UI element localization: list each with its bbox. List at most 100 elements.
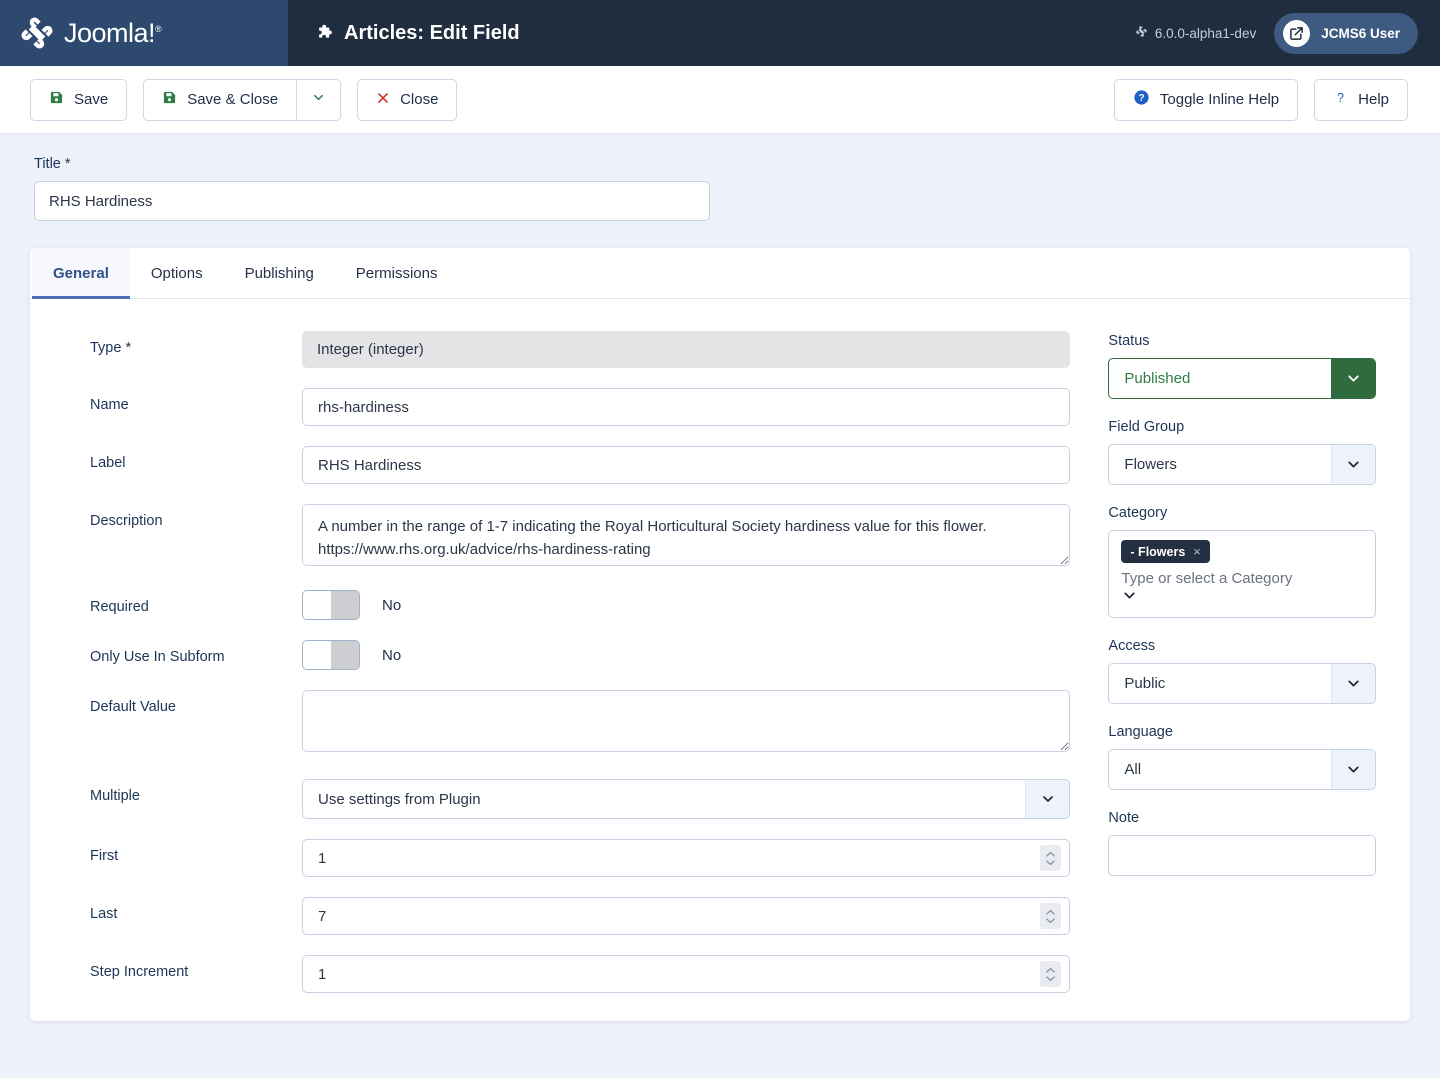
field-row-label: Label bbox=[60, 446, 1070, 484]
status-select[interactable]: Published bbox=[1108, 358, 1376, 399]
multiple-select-value: Use settings from Plugin bbox=[302, 779, 1070, 819]
only-use-in-subform-state: No bbox=[382, 647, 401, 664]
toggle-knob bbox=[303, 641, 331, 669]
save-button-label: Save bbox=[74, 91, 108, 108]
general-fields-column: Type * Integer (integer) Name Label bbox=[60, 331, 1070, 993]
version-badge: 6.0.0-alpha1-dev bbox=[1135, 25, 1256, 41]
category-select[interactable]: - Flowers × Type or select a Category bbox=[1108, 530, 1376, 618]
language-select[interactable]: All bbox=[1108, 749, 1376, 790]
field-group-label: Field Group bbox=[1108, 419, 1376, 435]
first-input[interactable] bbox=[302, 839, 1070, 877]
edit-field-card: General Options Publishing Permissions T… bbox=[30, 248, 1410, 1021]
step-increment-input[interactable] bbox=[302, 955, 1070, 993]
name-label: Name bbox=[60, 388, 302, 413]
label-label: Label bbox=[60, 446, 302, 471]
help-button[interactable]: ? Help bbox=[1314, 79, 1408, 121]
title-input[interactable] bbox=[34, 181, 710, 221]
sidebar-field-note: Note bbox=[1108, 810, 1376, 876]
language-value: All bbox=[1124, 761, 1141, 778]
chevron-down-icon[interactable] bbox=[1025, 780, 1069, 818]
joomla-logo-link[interactable]: Joomla!® bbox=[18, 14, 161, 52]
last-stepper[interactable] bbox=[1040, 903, 1061, 929]
chevron-down-icon[interactable] bbox=[1331, 445, 1375, 484]
close-icon bbox=[376, 91, 390, 109]
remove-icon[interactable]: × bbox=[1193, 544, 1201, 559]
step-increment-label: Step Increment bbox=[60, 955, 302, 980]
status-label: Status bbox=[1108, 333, 1376, 349]
multiple-select[interactable]: Use settings from Plugin bbox=[302, 779, 1070, 819]
type-value: Integer (integer) bbox=[302, 331, 1070, 368]
name-input[interactable] bbox=[302, 388, 1070, 426]
svg-text:?: ? bbox=[1138, 93, 1144, 104]
page-title: Articles: Edit Field bbox=[344, 22, 520, 45]
save-and-close-button-label: Save & Close bbox=[187, 91, 278, 108]
status-value: Published bbox=[1124, 370, 1190, 387]
tab-bar: General Options Publishing Permissions bbox=[30, 248, 1410, 299]
step-increment-stepper[interactable] bbox=[1040, 961, 1061, 987]
sidebar-field-access: Access Public bbox=[1108, 638, 1376, 704]
field-row-type: Type * Integer (integer) bbox=[60, 331, 1070, 368]
only-use-in-subform-toggle[interactable] bbox=[302, 640, 360, 670]
svg-text:?: ? bbox=[1337, 91, 1344, 105]
description-textarea[interactable]: A number in the range of 1-7 indicating … bbox=[302, 504, 1070, 566]
joomla-logo-icon bbox=[18, 14, 56, 52]
save-and-close-button[interactable]: Save & Close bbox=[143, 79, 296, 121]
page-content: Title * General Options Publishing Permi… bbox=[0, 134, 1440, 1021]
tab-publishing[interactable]: Publishing bbox=[224, 248, 335, 299]
category-chip: - Flowers × bbox=[1121, 540, 1209, 563]
last-label: Last bbox=[60, 897, 302, 922]
toggle-inline-help-label: Toggle Inline Help bbox=[1160, 91, 1279, 108]
header-right: 6.0.0-alpha1-dev JCMS6 User bbox=[1135, 13, 1418, 54]
category-label: Category bbox=[1108, 505, 1376, 521]
default-value-textarea[interactable] bbox=[302, 690, 1070, 752]
tab-general[interactable]: General bbox=[32, 248, 130, 299]
save-options-dropdown-toggle[interactable] bbox=[296, 79, 341, 121]
title-field-label: Title * bbox=[34, 156, 1410, 172]
field-row-multiple: Multiple Use settings from Plugin bbox=[60, 779, 1070, 819]
save-button[interactable]: Save bbox=[30, 79, 127, 121]
category-chip-label: - Flowers bbox=[1130, 545, 1185, 559]
language-label: Language bbox=[1108, 724, 1376, 740]
tab-options[interactable]: Options bbox=[130, 248, 224, 299]
chevron-down-icon[interactable] bbox=[1331, 664, 1375, 703]
user-menu-button[interactable]: JCMS6 User bbox=[1274, 13, 1418, 54]
note-input[interactable] bbox=[1108, 835, 1376, 876]
toggle-inline-help-button[interactable]: ? Toggle Inline Help bbox=[1114, 79, 1298, 121]
sidebar-field-language: Language All bbox=[1108, 724, 1376, 790]
type-label: Type * bbox=[60, 331, 302, 356]
description-label: Description bbox=[60, 504, 302, 529]
field-row-step-increment: Step Increment bbox=[60, 955, 1070, 993]
required-toggle[interactable] bbox=[302, 590, 360, 620]
label-input[interactable] bbox=[302, 446, 1070, 484]
field-group-select[interactable]: Flowers bbox=[1108, 444, 1376, 485]
chevron-down-icon bbox=[311, 90, 326, 109]
close-button[interactable]: Close bbox=[357, 79, 457, 121]
note-label: Note bbox=[1108, 810, 1376, 826]
save-close-split-button: Save & Close bbox=[143, 79, 341, 121]
puzzle-piece-icon bbox=[314, 22, 333, 45]
toggle-track bbox=[331, 591, 359, 619]
field-row-required: Required No bbox=[60, 590, 1070, 620]
first-stepper[interactable] bbox=[1040, 845, 1061, 871]
field-row-last: Last bbox=[60, 897, 1070, 935]
default-value-label: Default Value bbox=[60, 690, 302, 715]
multiple-label: Multiple bbox=[60, 779, 302, 804]
sidebar-field-category: Category - Flowers × Type or select a Ca… bbox=[1108, 505, 1376, 618]
tab-permissions[interactable]: Permissions bbox=[335, 248, 459, 299]
toolbar-right-group: ? Toggle Inline Help ? Help bbox=[1114, 79, 1408, 121]
toolbar-left-group: Save Save & Close bbox=[30, 79, 457, 121]
access-value: Public bbox=[1124, 675, 1165, 692]
brand-area: Joomla!® bbox=[0, 0, 288, 66]
chevron-down-icon[interactable] bbox=[1331, 750, 1375, 789]
required-label: Required bbox=[60, 590, 302, 615]
field-row-name: Name bbox=[60, 388, 1070, 426]
help-circle-icon: ? bbox=[1133, 89, 1150, 110]
access-select[interactable]: Public bbox=[1108, 663, 1376, 704]
chevron-down-icon[interactable] bbox=[1121, 591, 1138, 608]
brand-wordmark: Joomla!® bbox=[64, 18, 161, 49]
category-placeholder[interactable]: Type or select a Category bbox=[1121, 570, 1325, 587]
last-input[interactable] bbox=[302, 897, 1070, 935]
chevron-down-icon[interactable] bbox=[1331, 359, 1375, 398]
help-button-label: Help bbox=[1358, 91, 1389, 108]
page-title-wrap: Articles: Edit Field bbox=[314, 22, 520, 45]
